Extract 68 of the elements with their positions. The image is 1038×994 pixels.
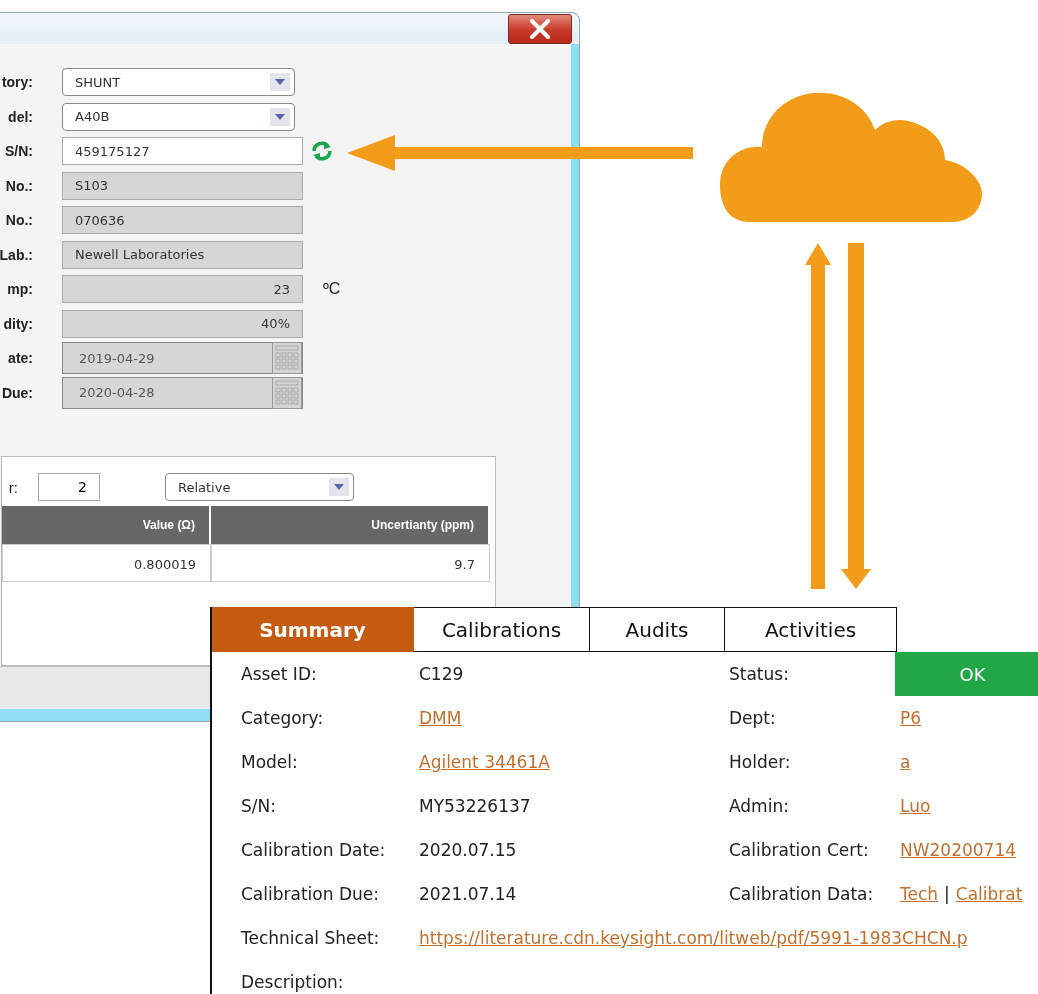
field-label: Description:: [241, 972, 345, 992]
field-label: S/N:: [4, 143, 33, 160]
caret-icon: [329, 478, 349, 496]
input-field: 40%: [62, 309, 303, 338]
field-label: Dept:: [729, 708, 777, 728]
field-label: Admin:: [729, 796, 790, 816]
field-label: S/N:: [241, 796, 277, 816]
input-field: Newell Laboratories: [62, 240, 303, 269]
field-label: Due:: [0, 384, 33, 401]
field-label: mp:: [6, 281, 33, 298]
link[interactable]: NW20200714: [900, 840, 1017, 860]
field-value: 2020.07.15: [419, 840, 517, 860]
input-field[interactable]: 459175127: [62, 137, 303, 166]
column-header: Uncertianty (ppm): [211, 506, 490, 544]
field-label: No.:: [4, 212, 33, 229]
link[interactable]: DMM: [419, 708, 462, 728]
field-label: dity:: [2, 315, 33, 332]
field-label: Category:: [241, 708, 325, 728]
link[interactable]: P6: [900, 708, 922, 728]
field-label: Calibration Cert:: [729, 840, 870, 860]
dropdown[interactable]: A40B: [62, 102, 295, 131]
field-label: Lab.:: [0, 246, 33, 263]
input-field: 070636: [62, 206, 303, 235]
input-field: S103: [62, 171, 303, 200]
close-button[interactable]: [508, 14, 572, 44]
link[interactable]: Agilent 34461A: [419, 752, 550, 772]
tab[interactable]: Audits: [590, 607, 725, 652]
tab[interactable]: Calibrations: [414, 607, 590, 652]
field-label: Asset ID:: [241, 664, 318, 684]
field-label: No.:: [4, 177, 33, 194]
table-cell: 0.800019: [2, 544, 211, 582]
calendar-icon: [272, 342, 302, 375]
column-header: Value (Ω): [2, 506, 211, 544]
caret-icon: [270, 107, 290, 126]
link[interactable]: https://literature.cdn.keysight.com/litweb/pdf/5991-1983CHCN.p: [419, 928, 968, 948]
link[interactable]: Calibrat: [955, 884, 1023, 904]
tab[interactable]: Activities: [725, 607, 897, 652]
status-badge: OK: [895, 652, 1038, 696]
field-label: tory:: [0, 74, 33, 91]
field-label: Technical Sheet:: [241, 928, 381, 948]
field-label: ate:: [7, 350, 33, 367]
close-icon: [529, 19, 551, 39]
field-label: del:: [7, 108, 33, 125]
caret-icon: [270, 73, 290, 92]
field-label: Model:: [241, 752, 299, 772]
dropdown[interactable]: SHUNT: [62, 68, 295, 97]
input-field: 23: [62, 275, 303, 304]
field-value: MY53226137: [419, 796, 531, 816]
link[interactable]: Tech: [900, 884, 939, 904]
date-field[interactable]: 2019-04-29: [62, 342, 303, 375]
link[interactable]: Luo: [900, 796, 931, 816]
field-label: Calibration Date:: [241, 840, 387, 860]
field-label: Status:: [729, 664, 790, 684]
mode-dropdown[interactable]: Relative: [165, 473, 354, 501]
field-label: Calibration Due:: [241, 884, 380, 904]
table-cell: 9.7: [211, 544, 490, 582]
field-label: Holder:: [729, 752, 792, 772]
date-field[interactable]: 2020-04-28: [62, 376, 303, 409]
field-label: Calibration Data:: [729, 884, 875, 904]
unit-label: ºC: [323, 280, 341, 299]
factor-label: r:: [7, 478, 18, 496]
field-value: 2021.07.14: [419, 884, 517, 904]
tab[interactable]: Summary: [212, 607, 414, 652]
calendar-icon: [272, 376, 302, 409]
separator: |: [944, 884, 950, 904]
factor-field[interactable]: 2: [38, 473, 100, 501]
field-value: C129: [419, 664, 464, 684]
link[interactable]: a: [900, 752, 911, 772]
